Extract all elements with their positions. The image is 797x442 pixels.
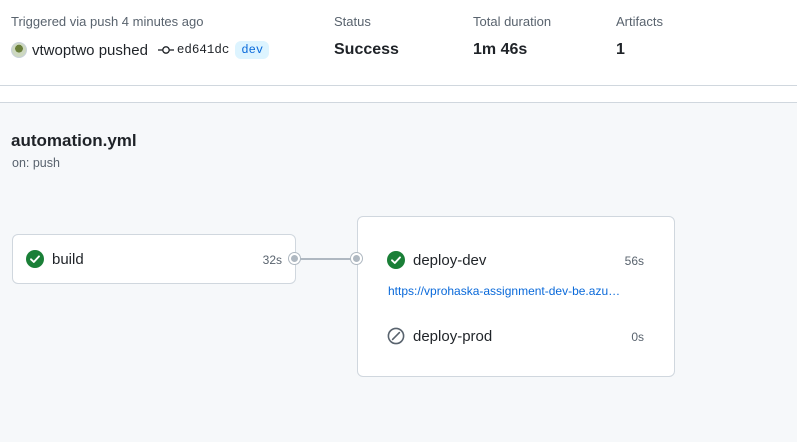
trigger-details: vtwoptwo pushed ed641dc dev: [11, 40, 270, 60]
job-deploy-prod[interactable]: deploy-prod: [387, 327, 492, 345]
status-label: Status: [334, 14, 371, 29]
commit-sha-link[interactable]: ed641dc: [177, 43, 230, 57]
actor-text[interactable]: vtwoptwo pushed: [32, 42, 148, 59]
job-name-build: build: [52, 250, 84, 268]
artifacts-label: Artifacts: [616, 14, 663, 29]
job-connector-start-dot: [289, 253, 300, 264]
check-circle-fill-icon: [26, 250, 44, 268]
total-duration-value: 1m 46s: [473, 41, 528, 58]
avatar[interactable]: [11, 42, 27, 58]
git-commit-icon: [157, 42, 174, 58]
status-value: Success: [334, 41, 399, 58]
artifacts-count-link[interactable]: 1: [616, 41, 625, 59]
job-duration-deploy-dev: 56s: [624, 254, 644, 268]
job-card-build[interactable]: build 32s: [12, 234, 296, 284]
section-divider: [0, 86, 797, 103]
job-connector-end-dot: [351, 253, 362, 264]
skip-circle-icon: [387, 327, 405, 345]
job-group-deploy: deploy-dev 56s https://vprohaska-assignm…: [357, 216, 675, 377]
total-duration-label: Total duration: [473, 14, 552, 29]
job-duration-deploy-prod: 0s: [631, 330, 644, 344]
job-name-deploy-prod: deploy-prod: [413, 327, 493, 345]
run-summary: Triggered via push 4 minutes ago vtwoptw…: [0, 0, 797, 86]
job-name-deploy-dev: deploy-dev: [413, 251, 487, 269]
workflow-file-name: automation.yml: [11, 131, 137, 150]
job-duration-build: 32s: [262, 253, 282, 267]
branch-badge[interactable]: dev: [235, 41, 270, 59]
job-deploy-dev[interactable]: deploy-dev: [387, 251, 486, 269]
job-build[interactable]: build: [26, 250, 84, 268]
deployment-url-link[interactable]: https://vprohaska-assignment-dev-be.azu…: [388, 284, 642, 298]
workflow-trigger: on: push: [12, 156, 60, 170]
job-connector: [296, 258, 356, 260]
trigger-text: Triggered via push 4 minutes ago: [11, 14, 204, 29]
check-circle-fill-icon: [387, 251, 405, 269]
